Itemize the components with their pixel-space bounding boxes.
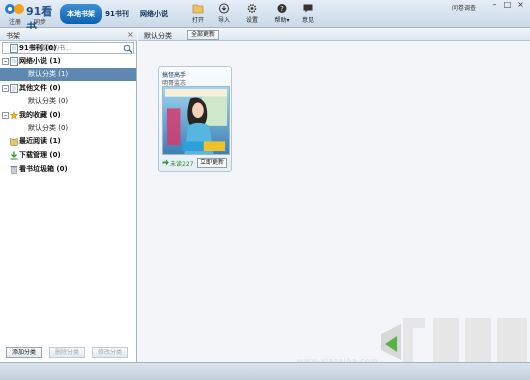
maximize-icon[interactable]: □	[502, 1, 513, 10]
register-link[interactable]: 注册	[9, 17, 21, 26]
tree-node-recent[interactable]: 最近阅读 (1)	[0, 135, 136, 148]
tree-subnode-label: 默认分类 (0)	[28, 124, 69, 132]
book-icon	[10, 44, 18, 53]
svg-text:?: ?	[280, 5, 284, 13]
help-label-text: 帮助	[274, 17, 287, 24]
status-bar	[0, 362, 530, 380]
feedback-icon	[303, 4, 313, 13]
tree-node-label: 91书刊 (0)	[19, 44, 57, 52]
sidebar-footer: 添加分类 删除分类 修改分类	[0, 345, 137, 362]
top-toolbar: 91看书 注册 同步 本地书架 91书刊 网络小说 打开 导入 设置 ? 帮助▾	[0, 0, 530, 34]
update-all-button[interactable]: 全部更新	[187, 30, 219, 40]
logo-icon	[5, 4, 24, 14]
tree-subnode-label: 默认分类 (1)	[28, 70, 69, 78]
open-label: 打开	[191, 17, 204, 24]
collapse-icon[interactable]: –	[2, 112, 9, 119]
open-button[interactable]: 打开	[186, 3, 210, 25]
main-header: 默认分类 全部更新	[138, 29, 530, 41]
sidebar: 书架 × 91书刊 (0) – 网络小说 (1) 默认分类 (1) – 其他文件…	[0, 29, 137, 362]
help-icon: ?	[277, 4, 287, 13]
feedback-label: 意见	[301, 17, 314, 24]
help-label: 帮助▾	[268, 15, 296, 24]
collapse-icon[interactable]: –	[2, 85, 9, 92]
settings-label: 设置	[245, 17, 258, 24]
trash-icon	[10, 166, 18, 174]
sidebar-close-icon[interactable]: ×	[127, 30, 134, 39]
settings-button[interactable]: 设置	[240, 3, 264, 25]
folder-icon	[192, 4, 204, 14]
sidebar-header: 书架 ×	[0, 29, 137, 41]
edit-category-button[interactable]: 修改分类	[92, 347, 128, 358]
tree-node-label: 我的收藏 (0)	[19, 111, 61, 119]
app-logo: 91看书 注册 同步	[4, 2, 58, 34]
book-card-footer: 未读227 立即更新	[159, 157, 233, 170]
tree-subnode-default-other[interactable]: 默认分类 (0)	[0, 95, 136, 108]
import-button[interactable]: 导入	[212, 3, 236, 25]
tree-node-label: 看书垃圾箱 (0)	[19, 165, 68, 173]
tab-web-novels[interactable]: 网络小说	[134, 4, 174, 24]
breadcrumb: 默认分类	[144, 32, 172, 40]
tree-node-91-books[interactable]: 91书刊 (0)	[0, 42, 136, 55]
sync-link[interactable]: 同步	[34, 17, 46, 26]
bookshelf-area: 搞怪高手 明哥监志 未读227 立即更新	[138, 41, 530, 368]
open-book-icon	[10, 138, 18, 146]
tree-node-label: 最近阅读 (1)	[19, 137, 61, 145]
main-panel: 默认分类 全部更新 搞怪高手 明哥监志 未读227 立即更新	[138, 29, 530, 368]
book-card[interactable]: 搞怪高手 明哥监志 未读227 立即更新	[158, 66, 232, 172]
book-icon	[10, 57, 18, 66]
chevron-down-icon: ▾	[286, 17, 290, 24]
unread-count: 未读227	[170, 161, 194, 168]
add-category-button[interactable]: 添加分类	[6, 347, 42, 358]
star-icon	[10, 111, 18, 120]
tree-node-label: 网络小说 (1)	[19, 57, 61, 65]
document-icon	[10, 84, 18, 93]
tree-node-web-novels[interactable]: – 网络小说 (1)	[0, 55, 136, 68]
tree-subnode-label: 默认分类 (0)	[28, 97, 69, 105]
feedback-button[interactable]: 意见	[296, 3, 320, 25]
import-icon	[219, 3, 229, 14]
book-cover-image[interactable]	[162, 86, 230, 155]
close-icon[interactable]: ×	[515, 1, 526, 10]
tree-node-other-files[interactable]: – 其他文件 (0)	[0, 82, 136, 95]
tab-91-books[interactable]: 91书刊	[102, 4, 132, 24]
tree-node-label: 其他文件 (0)	[19, 84, 61, 92]
tree-node-trash[interactable]: 看书垃圾箱 (0)	[0, 163, 136, 176]
sidebar-title: 书架	[6, 32, 20, 40]
minimize-icon[interactable]: –	[489, 1, 500, 10]
gear-icon	[247, 4, 257, 13]
tab-local-shelf[interactable]: 本地书架	[60, 4, 102, 24]
tree-subnode-default-favorites[interactable]: 默认分类 (0)	[0, 122, 136, 135]
delete-category-button[interactable]: 删除分类	[49, 347, 85, 358]
tree-subnode-default-web[interactable]: 默认分类 (1)	[0, 68, 136, 81]
tree-node-favorites[interactable]: – 我的收藏 (0)	[0, 109, 136, 122]
update-now-button[interactable]: 立即更新	[197, 158, 227, 168]
arrow-right-icon	[162, 159, 169, 166]
download-icon	[10, 151, 18, 160]
help-button[interactable]: ? 帮助▾	[268, 3, 296, 25]
import-label: 导入	[217, 17, 230, 24]
tree-node-downloads[interactable]: 下载管理 (0)	[0, 149, 136, 162]
survey-link[interactable]: 问卷调查	[452, 3, 476, 12]
collapse-icon[interactable]: –	[2, 58, 9, 65]
tree-node-label: 下载管理 (0)	[19, 151, 61, 159]
